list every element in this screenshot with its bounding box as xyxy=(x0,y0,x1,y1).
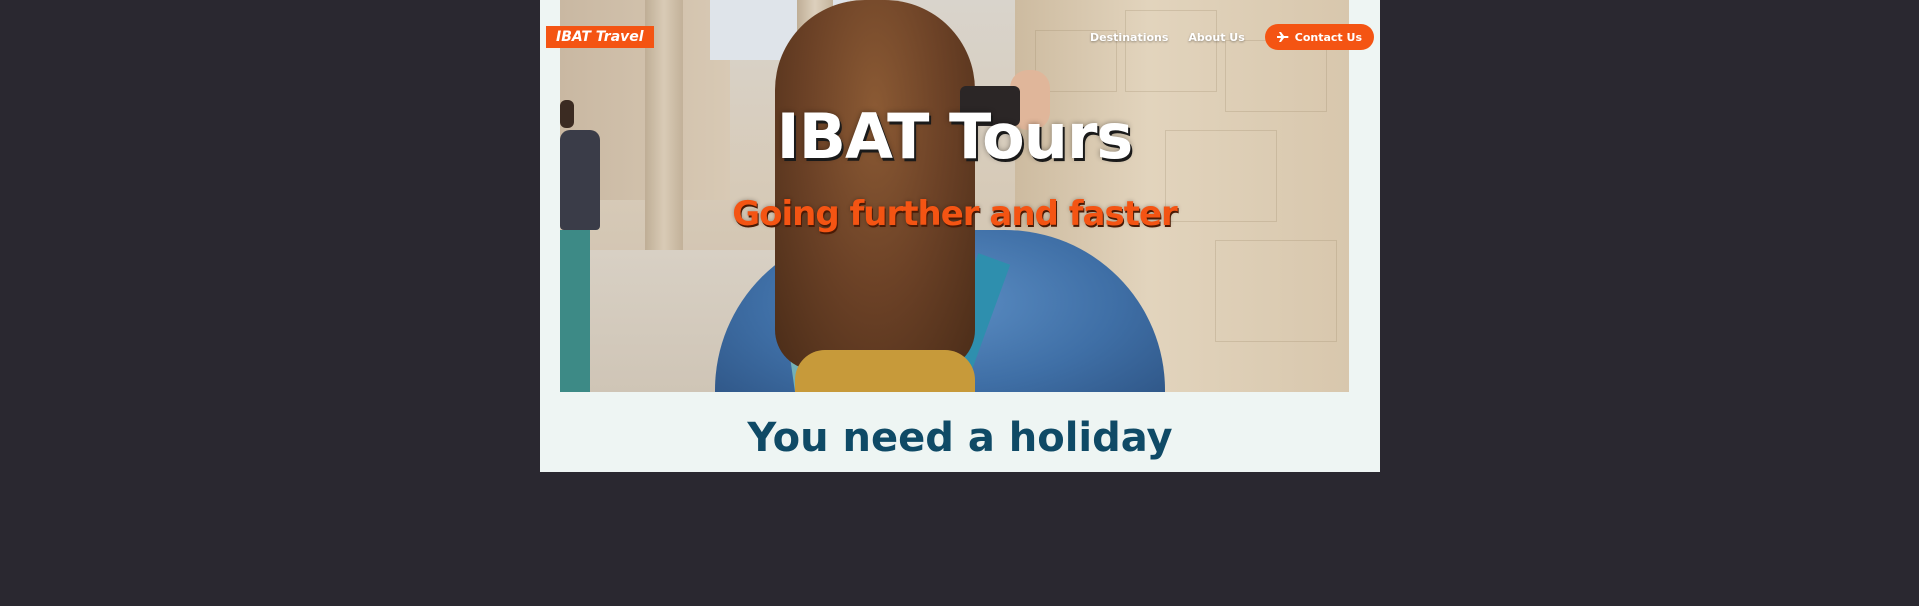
hero-title: IBAT Tours xyxy=(776,100,1134,173)
section-heading: You need a holiday xyxy=(747,415,1173,461)
main-nav: Destinations About Us Contact Us xyxy=(1090,24,1374,50)
nav-link-destinations[interactable]: Destinations xyxy=(1090,31,1168,44)
hero-subtitle: Going further and faster xyxy=(732,194,1178,234)
contact-us-button[interactable]: Contact Us xyxy=(1264,24,1374,50)
brand-logo[interactable]: IBAT Travel xyxy=(546,26,654,48)
page-container: IBAT Travel Destinations About Us Contac… xyxy=(540,0,1380,472)
plane-icon xyxy=(1276,32,1289,42)
nav-link-about-us[interactable]: About Us xyxy=(1188,31,1244,44)
contact-us-label: Contact Us xyxy=(1294,30,1362,44)
